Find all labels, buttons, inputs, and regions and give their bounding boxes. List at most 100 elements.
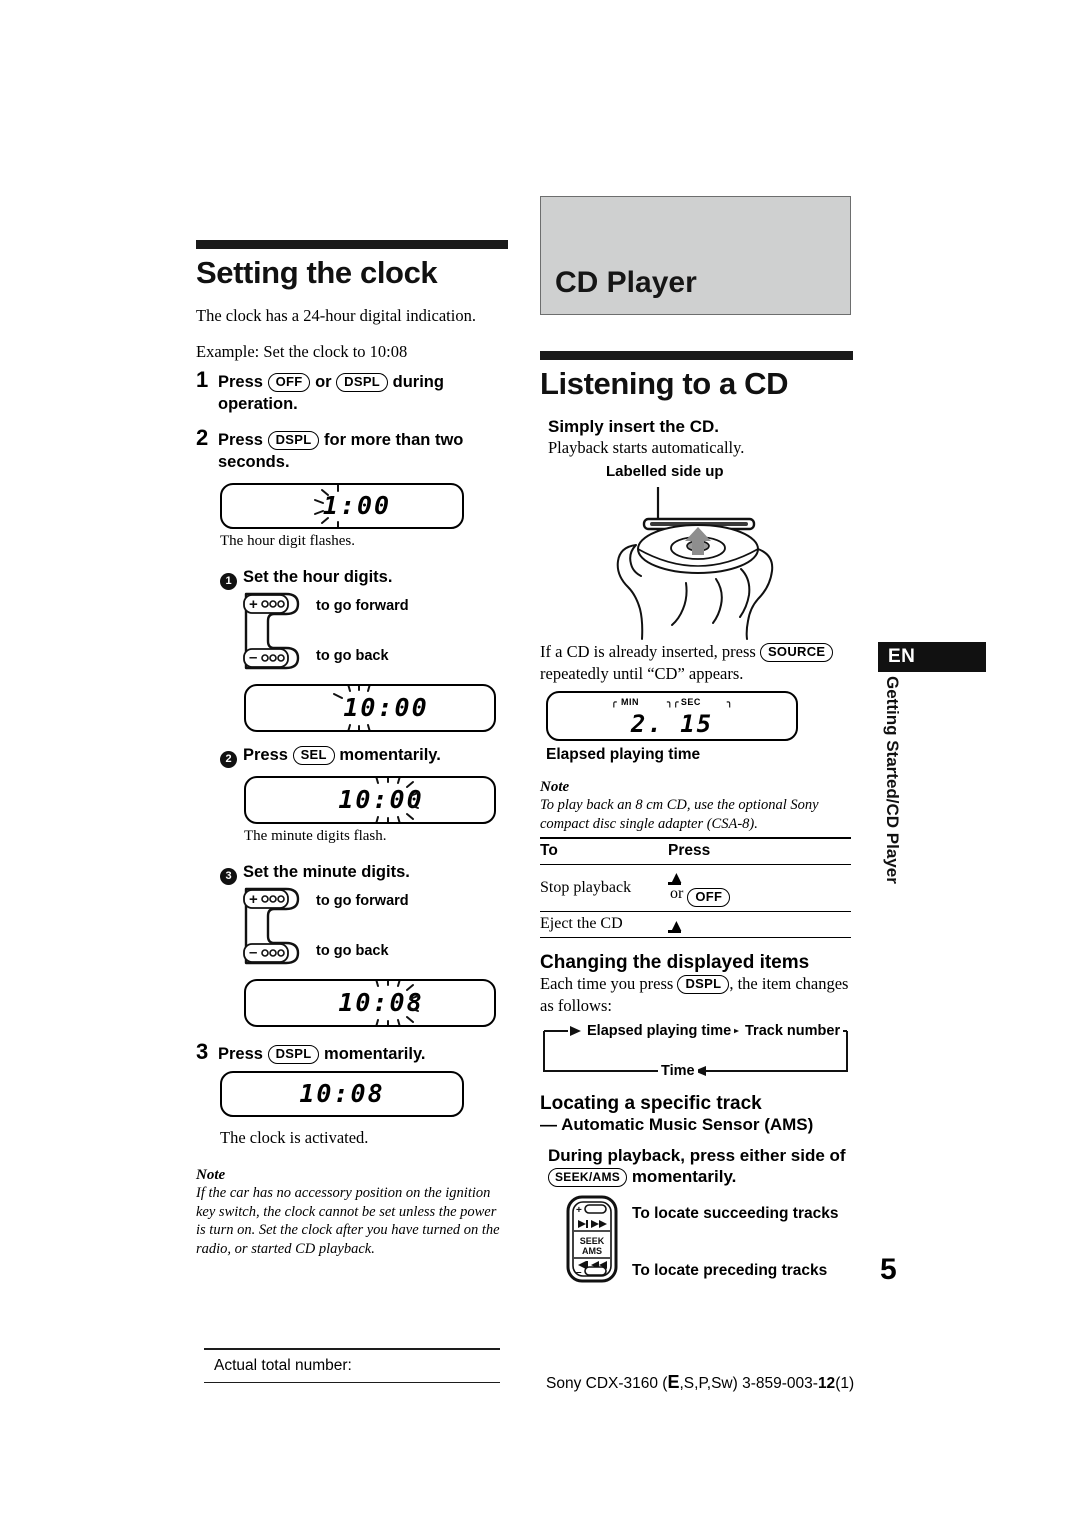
row-mid: or [670, 885, 684, 902]
label-succeeding: To locate succeeding tracks [632, 1205, 839, 1222]
svg-text:–: – [576, 1267, 582, 1278]
table-row: Eject the CD ▲ [540, 911, 851, 938]
lcd-display-hour: 1:00 [220, 483, 464, 529]
svg-text:–: – [249, 944, 257, 961]
substep-2-text: Press SEL momentarily. [243, 744, 441, 766]
rocker-graphic[interactable]: + – [240, 592, 306, 670]
lcd-display-minute-flash: 10:00 [244, 776, 496, 824]
seek-ams-switch[interactable]: + SEEK AMS – [566, 1195, 618, 1283]
key-dspl[interactable]: DSPL [336, 373, 389, 392]
svg-text:+: + [249, 891, 258, 908]
caption-minute-flash: The minute digits flash. [244, 828, 387, 844]
key-off[interactable]: OFF [267, 373, 311, 392]
labelled-side-up-label: Labelled side up [606, 463, 724, 480]
substep-1: 1 Set the hour digits. [220, 566, 508, 590]
key-dspl[interactable]: DSPL [267, 431, 320, 450]
display-cycle-diagram: Elapsed playing time Track number Time [540, 1023, 851, 1079]
locate-pre: During playback, press either side of [548, 1146, 846, 1165]
substep-2-pre: Press [243, 746, 288, 764]
note-body: If the car has no accessory position on … [196, 1185, 500, 1257]
step-2-number: 2 [196, 425, 209, 450]
key-dspl[interactable]: DSPL [677, 975, 730, 994]
step-3: 3 Press DSPL momentarily. [196, 1041, 508, 1065]
key-sel[interactable]: SEL [292, 746, 335, 765]
example-text: Example: Set the clock to 10:08 [196, 342, 408, 361]
footer-part-bold: 12 [817, 1375, 836, 1392]
step-3-number: 3 [196, 1039, 209, 1064]
step-1-mid: or [315, 373, 332, 391]
svg-text:AMS: AMS [582, 1246, 602, 1256]
intro-text: The clock has a 24-hour digital indicati… [196, 306, 476, 325]
svg-text:SEEK: SEEK [580, 1236, 605, 1246]
eject-icon: ▲ [668, 868, 685, 887]
table-row: Stop playback ▲ or OFF [540, 864, 851, 912]
insert-body: Playback starts automatically. [548, 438, 745, 457]
bullet-2: 2 [220, 751, 237, 768]
row-action: ▲ [668, 911, 851, 938]
bullet-1: 1 [220, 573, 237, 590]
label-preceding: To locate preceding tracks [632, 1262, 828, 1279]
substep-3: 3 Set the minute digits. [220, 861, 508, 885]
locate-instruction: During playback, press either side of SE… [548, 1145, 853, 1187]
substep-2-post: momentarily. [339, 746, 441, 764]
insert-block: Simply insert the CD. Playback starts au… [548, 416, 853, 459]
manual-page: Setting the clock The clock has a 24-hou… [0, 0, 1080, 1528]
display-pre: Each time you press [540, 974, 674, 993]
cycle-item-c: Time [658, 1063, 698, 1079]
substep-3-text: Set the minute digits. [243, 863, 410, 881]
display-items-text: Each time you press DSPL, the item chang… [540, 973, 853, 1017]
rocker-graphic[interactable]: + – [240, 887, 306, 965]
lcd-display-hour-set: 10:00 [244, 684, 496, 732]
section-tab-label: Getting Started/CD Player [883, 676, 902, 884]
language-tab-label: EN [888, 646, 916, 667]
display-items-heading: Changing the displayed items [540, 952, 810, 973]
note-body: To play back an 8 cm CD, use the optiona… [540, 797, 819, 832]
svg-text:–: – [249, 649, 257, 666]
locate-track-heading: Locating a specific track [540, 1093, 762, 1114]
step-2: 2 Press DSPL for more than two seconds. [196, 427, 508, 473]
label-back: to go back [316, 943, 389, 959]
section-title: Listening to a CD [540, 366, 789, 401]
lcd-value: 10:08 [299, 1079, 385, 1108]
rocker-labels: to go forward to go back [316, 887, 409, 959]
step-2-text: Press DSPL for more than two seconds. [218, 429, 508, 473]
footer-region-e: E [667, 1372, 680, 1392]
table-header-to: To [540, 837, 668, 865]
step-3-pre: Press [218, 1045, 263, 1063]
step-2-pre: Press [218, 431, 263, 449]
note-heading: Note [540, 779, 570, 795]
table-header-row: To Press [540, 837, 851, 865]
section-rule [196, 240, 508, 249]
substep-1-text: Set the hour digits. [243, 568, 393, 586]
page-title: Setting the clock [196, 255, 438, 290]
lcd-min-label: MIN [621, 697, 640, 707]
lcd-display-minute-set: 10:08 [244, 979, 496, 1027]
rocker-switch-2[interactable]: + – to go forward to go back [240, 887, 508, 965]
svg-text:+: + [576, 1205, 582, 1216]
label-forward: to go forward [316, 893, 409, 909]
rocker-switch-1[interactable]: + – to go forward to go back [240, 592, 508, 670]
bullet-3: 3 [220, 868, 237, 885]
footer-rule-bottom [204, 1381, 500, 1384]
step-1-text: Press OFF or DSPL during operation. [218, 371, 508, 415]
press-table: To Press Stop playback ▲ or OFF Eject th… [540, 837, 851, 938]
chapter-title: CD Player [555, 266, 697, 299]
step-1-pre: Press [218, 373, 263, 391]
step-1-number: 1 [196, 367, 209, 392]
key-dspl[interactable]: DSPL [267, 1045, 320, 1064]
row-label: Stop playback [540, 864, 668, 912]
svg-text:+: + [249, 596, 258, 613]
seek-ams-block: + SEEK AMS – To locate succeeding tracks… [566, 1195, 853, 1283]
step-1: 1 Press OFF or DSPL during operation. [196, 369, 508, 415]
key-seek-ams[interactable]: SEEK/AMS [548, 1168, 628, 1187]
substep-2: 2 Press SEL momentarily. [220, 744, 508, 768]
lcd-elapsed-time: ╭ MIN ╮╭ SEC ╮ 2. 15 [546, 691, 798, 741]
caption-hour-flash: The hour digit flashes. [220, 533, 355, 549]
locate-post: momentarily. [631, 1167, 737, 1186]
elapsed-caption: Elapsed playing time [546, 746, 701, 763]
key-off[interactable]: OFF [687, 888, 731, 907]
lcd-sec-label: SEC [680, 697, 701, 707]
eject-icon: ▲ [668, 915, 685, 935]
cd-insert-illustration: Labelled side up [540, 461, 853, 647]
footer-left: Actual total number: [204, 1348, 500, 1384]
